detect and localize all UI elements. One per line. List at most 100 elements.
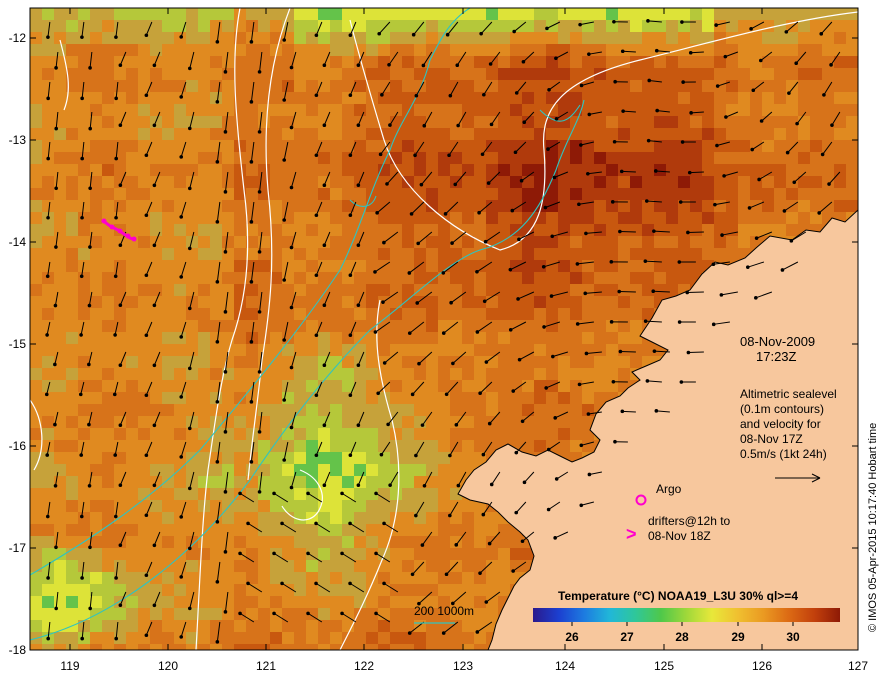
sst-cell <box>282 320 295 333</box>
sst-cell <box>462 176 475 189</box>
sst-cell <box>66 632 79 645</box>
velocity-arrow-head <box>444 572 449 577</box>
sst-cell <box>402 368 415 381</box>
sst-cell <box>594 344 607 357</box>
sst-cell <box>78 176 91 189</box>
sst-cell <box>138 572 151 585</box>
sst-cell <box>42 428 55 441</box>
y-tick-label: -17 <box>9 541 27 555</box>
sst-cell <box>426 248 439 261</box>
sst-cell <box>210 368 223 381</box>
sst-cell <box>354 476 367 489</box>
sst-cell <box>414 8 427 21</box>
sst-cell <box>30 296 43 309</box>
sst-cell <box>666 8 679 21</box>
sst-cell <box>558 440 571 453</box>
sst-cell <box>174 356 187 369</box>
sst-cell <box>150 320 163 333</box>
sst-cell <box>234 512 247 525</box>
velocity-arrow-head <box>724 115 728 119</box>
sst-cell <box>294 416 307 429</box>
sst-cell <box>198 356 211 369</box>
sst-cell <box>390 608 403 621</box>
velocity-arrow-head <box>508 328 513 332</box>
sst-cell <box>78 116 91 129</box>
sst-cell <box>642 44 655 57</box>
sst-cell <box>210 164 223 177</box>
sst-cell <box>582 32 595 45</box>
sst-cell <box>210 44 223 57</box>
sst-cell <box>774 128 787 141</box>
velocity-arrow-head <box>144 453 149 458</box>
velocity-arrow-head <box>686 350 691 355</box>
sst-cell <box>666 68 679 81</box>
sst-cell <box>462 188 475 201</box>
sst-cell <box>150 536 163 549</box>
sst-cell <box>402 548 415 561</box>
velocity-arrow-head <box>454 423 459 427</box>
sst-cell <box>138 152 151 165</box>
velocity-arrow-head <box>144 393 149 398</box>
sst-cell <box>438 80 451 93</box>
sst-cell <box>54 524 67 537</box>
sst-cell <box>474 152 487 165</box>
velocity-arrow-head <box>643 319 648 323</box>
sst-cell <box>498 200 511 213</box>
sst-cell <box>786 224 799 237</box>
sst-cell <box>354 512 367 525</box>
sst-cell <box>726 176 739 189</box>
sst-cell <box>390 596 403 609</box>
velocity-arrow-head <box>547 87 551 92</box>
velocity-arrow-head <box>282 458 287 462</box>
sst-cell <box>54 164 67 177</box>
sst-cell <box>618 152 631 165</box>
sst-cell <box>606 356 619 369</box>
sst-cell <box>270 632 283 645</box>
velocity-arrow-head <box>546 447 551 452</box>
sst-cell <box>318 452 331 465</box>
sst-cell <box>186 344 199 357</box>
sst-cell <box>390 56 403 69</box>
sst-cell <box>294 596 307 609</box>
velocity-arrow-head <box>511 389 516 393</box>
sst-cell <box>90 380 103 393</box>
velocity-arrow-head <box>514 91 519 95</box>
sst-cell <box>822 80 835 93</box>
sst-cell <box>294 452 307 465</box>
sst-cell <box>666 212 679 225</box>
sst-cell <box>138 392 151 405</box>
sst-cell <box>390 296 403 309</box>
sst-cell <box>294 488 307 501</box>
sst-cell <box>438 140 451 153</box>
sst-cell <box>594 308 607 321</box>
sst-cell <box>270 560 283 573</box>
sst-cell <box>354 272 367 285</box>
sst-cell <box>462 308 475 321</box>
sst-cell <box>510 80 523 93</box>
sst-cell <box>426 404 439 417</box>
velocity-arrow-head <box>187 606 192 611</box>
sst-cell <box>270 404 283 417</box>
sst-cell <box>498 548 511 561</box>
sst-cell <box>126 212 139 225</box>
sst-cell <box>630 176 643 189</box>
sst-cell <box>138 284 151 297</box>
sst-cell <box>342 464 355 477</box>
velocity-arrow-head <box>257 370 262 374</box>
sst-cell <box>294 104 307 117</box>
sst-cell <box>150 56 163 69</box>
sst-cell <box>150 20 163 33</box>
sst-cell <box>306 164 319 177</box>
sst-cell <box>522 200 535 213</box>
sst-cell <box>42 104 55 117</box>
sst-cell <box>126 260 139 273</box>
sst-cell <box>570 296 583 309</box>
sst-cell <box>474 428 487 441</box>
sst-cell <box>786 68 799 81</box>
velocity-arrow-head <box>144 513 149 518</box>
sst-cell <box>570 428 583 441</box>
velocity-arrow-head <box>382 240 386 245</box>
sst-cell <box>798 200 811 213</box>
sst-cell <box>318 272 331 285</box>
sst-cell <box>186 140 199 153</box>
